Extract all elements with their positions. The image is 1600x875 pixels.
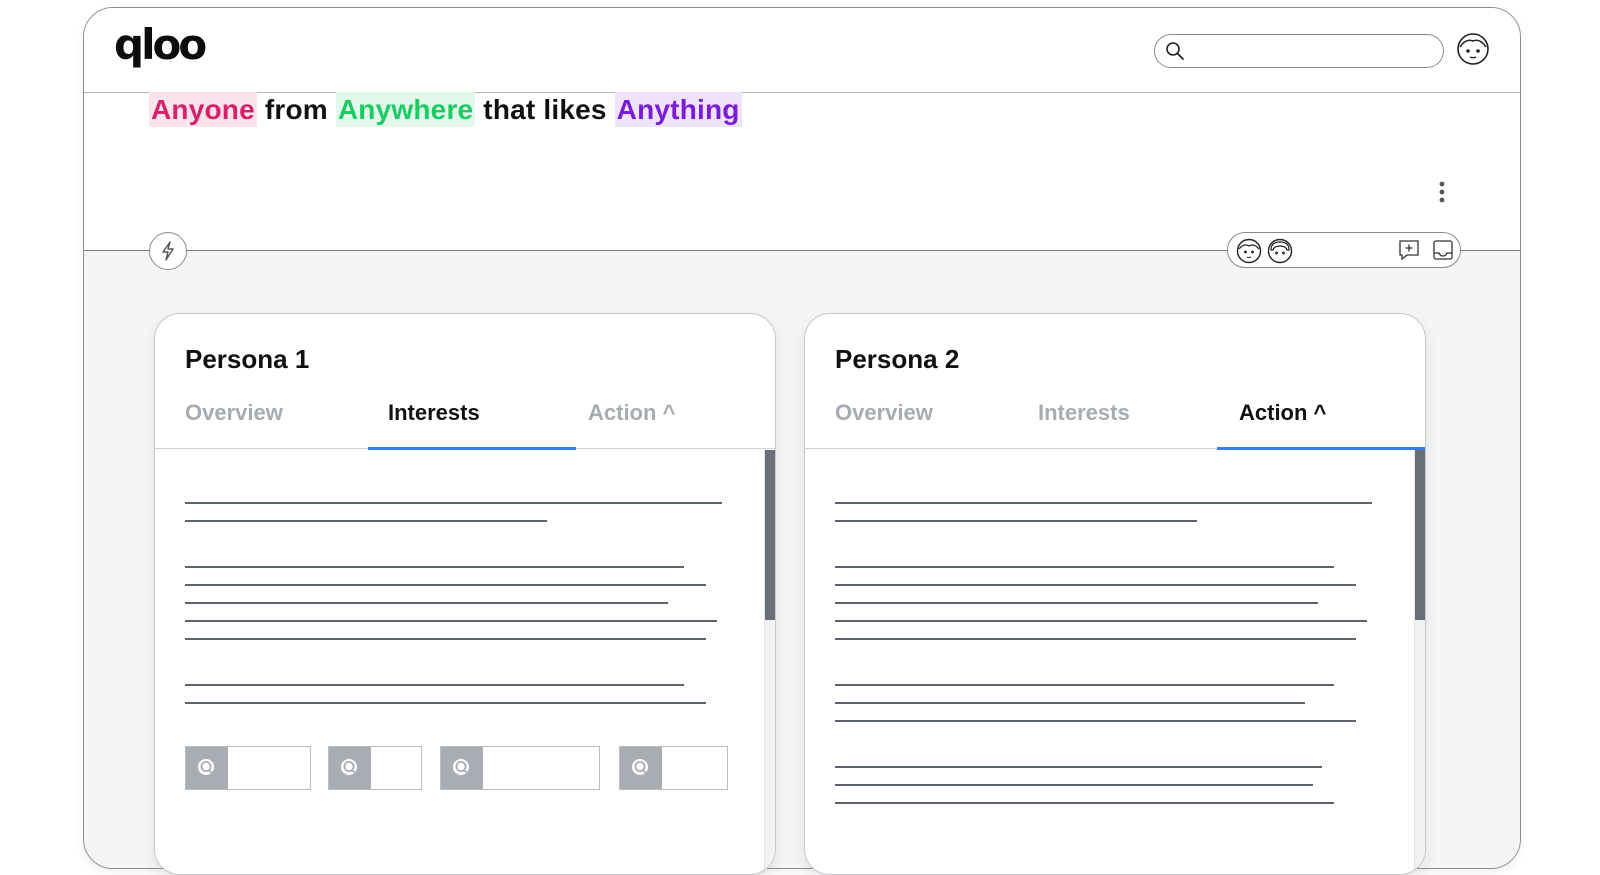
text-line	[835, 566, 1334, 568]
search-bar[interactable]	[1154, 34, 1444, 68]
that-likes-text: that likes	[483, 94, 607, 125]
action-content	[805, 450, 1425, 874]
top-bar: qloo	[84, 8, 1520, 93]
text-line	[835, 620, 1367, 622]
text-line	[835, 784, 1313, 786]
persona-title: Persona 2	[835, 344, 960, 374]
text-line	[185, 620, 717, 622]
text-line	[185, 684, 684, 686]
face-icon[interactable]	[1236, 238, 1262, 269]
query-headline: Anyone from Anywhere that likes Anything	[149, 92, 742, 127]
text-line	[835, 766, 1322, 768]
what-token[interactable]: Anything	[614, 92, 742, 127]
inbox-icon[interactable]	[1431, 238, 1455, 267]
text-line	[835, 720, 1356, 722]
face-icon[interactable]	[1267, 238, 1293, 269]
tab-overview[interactable]: Overview	[185, 400, 283, 426]
search-icon	[441, 747, 483, 789]
scrollbar[interactable]	[1414, 450, 1425, 874]
tab-overview[interactable]: Overview	[835, 400, 933, 426]
lightning-icon	[162, 241, 174, 261]
scrollbar-thumb[interactable]	[1415, 450, 1425, 620]
scrollbar[interactable]	[764, 450, 775, 874]
text-line	[835, 638, 1356, 640]
search-icon	[1165, 41, 1185, 66]
who-token[interactable]: Anyone	[149, 92, 257, 127]
text-line	[835, 520, 1197, 522]
entity-chip[interactable]	[440, 746, 600, 790]
scrollbar-thumb[interactable]	[765, 450, 775, 620]
text-line	[835, 502, 1372, 504]
logo[interactable]: qloo	[114, 24, 207, 66]
add-comment-icon[interactable]	[1397, 238, 1421, 267]
entity-chip[interactable]	[619, 746, 728, 790]
tab-interests[interactable]: Interests	[1038, 400, 1130, 426]
text-line	[185, 638, 706, 640]
interests-content	[155, 450, 775, 874]
text-line	[835, 684, 1334, 686]
persona-card: Persona 2 Overview Interests Action ^	[804, 313, 1426, 875]
from-text: from	[264, 94, 328, 125]
text-line	[185, 566, 684, 568]
persona-toolbar	[1227, 232, 1461, 268]
tab-action[interactable]: Action ^	[588, 400, 675, 426]
profile-face-icon[interactable]	[1456, 32, 1490, 71]
text-line	[835, 584, 1356, 586]
persona-tabs: Overview Interests Action ^	[805, 386, 1425, 450]
text-line	[185, 602, 668, 604]
text-line	[185, 520, 547, 522]
entity-chip[interactable]	[185, 746, 311, 790]
search-icon	[620, 747, 662, 789]
search-icon	[186, 747, 228, 789]
text-line	[835, 702, 1305, 704]
persona-title: Persona 1	[185, 344, 310, 374]
where-token[interactable]: Anywhere	[335, 92, 476, 127]
text-line	[835, 802, 1334, 804]
entity-chip[interactable]	[328, 746, 422, 790]
lightning-button[interactable]	[149, 232, 187, 270]
more-vertical-icon[interactable]	[1434, 180, 1450, 209]
tab-action[interactable]: Action ^	[1239, 400, 1326, 426]
search-input[interactable]	[1191, 39, 1435, 63]
text-line	[185, 702, 706, 704]
tab-interests[interactable]: Interests	[388, 400, 480, 426]
text-line	[185, 502, 722, 504]
text-line	[185, 584, 706, 586]
search-icon	[329, 747, 371, 789]
persona-tabs: Overview Interests Action ^	[155, 386, 775, 450]
text-line	[835, 602, 1318, 604]
persona-card: Persona 1 Overview Interests Action ^	[154, 313, 776, 875]
